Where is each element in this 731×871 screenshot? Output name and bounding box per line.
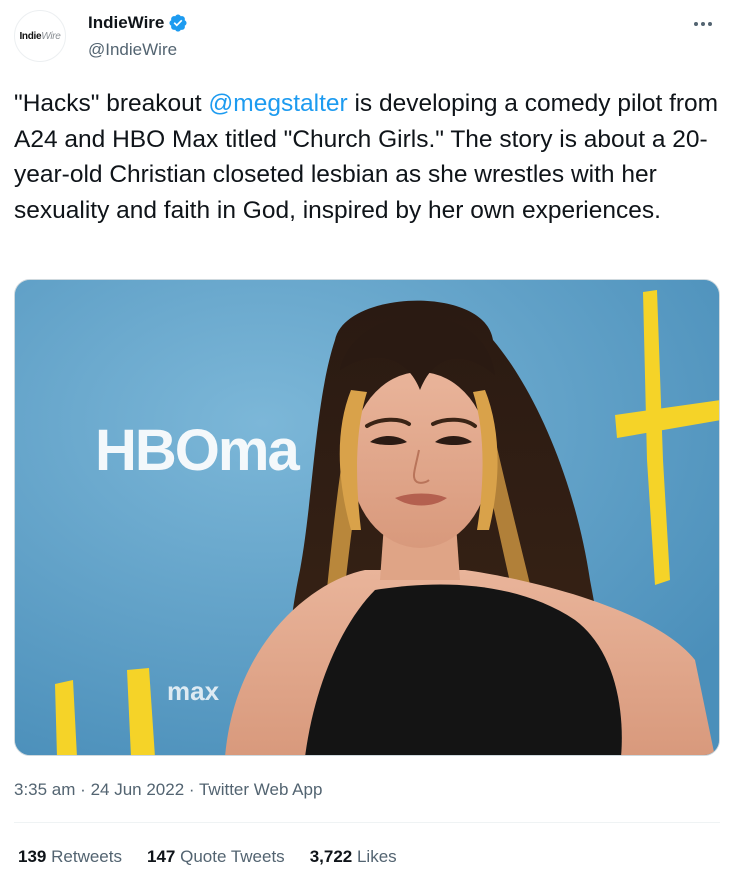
avatar-logo: IndieWire [19, 30, 61, 42]
tweet-date[interactable]: 24 Jun 2022 [91, 780, 185, 799]
backdrop-logo-text: HBOma [95, 418, 300, 483]
verified-badge-icon [168, 13, 188, 33]
mention-link[interactable]: @megstalter [208, 90, 347, 117]
tweet-text: "Hacks" breakout @megstalter is developi… [14, 86, 720, 228]
tweet-photo[interactable]: HBOma max [14, 279, 720, 756]
tweet-source[interactable]: Twitter Web App [199, 780, 322, 799]
author-names: IndieWire @IndieWire [88, 12, 188, 61]
stat-quote-tweets[interactable]: 147 Quote Tweets [147, 845, 285, 869]
tweet-stats: 139 Retweets 147 Quote Tweets 3,722 Like… [18, 845, 397, 869]
tweet-time[interactable]: 3:35 am [14, 780, 75, 799]
display-name[interactable]: IndieWire [88, 12, 164, 34]
backdrop-small-text: max [167, 676, 220, 706]
avatar[interactable]: IndieWire [14, 10, 66, 62]
tweet-meta: 3:35 am · 24 Jun 2022 · Twitter Web App [14, 780, 323, 799]
tweet-header: IndieWire IndieWire @IndieWire [14, 8, 720, 64]
stat-likes[interactable]: 3,722 Likes [310, 845, 397, 869]
tweet-text-before: "Hacks" breakout [14, 90, 209, 117]
face [350, 372, 490, 548]
more-options-icon[interactable] [690, 14, 716, 34]
photo-illustration: HBOma max [15, 280, 719, 755]
divider [14, 822, 720, 823]
handle[interactable]: @IndieWire [88, 39, 188, 61]
stat-retweets[interactable]: 139 Retweets [18, 845, 122, 869]
